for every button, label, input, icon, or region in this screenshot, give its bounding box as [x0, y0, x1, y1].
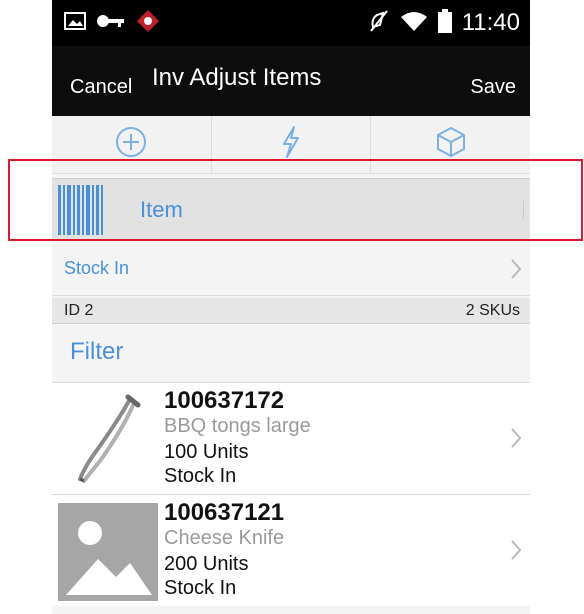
app-alert-icon	[136, 9, 160, 38]
lightning-icon	[279, 125, 303, 164]
quick-action-button[interactable]	[212, 116, 372, 173]
add-icon	[114, 125, 148, 164]
list-item[interactable]: 100637121 Cheese Knife 200 Units Stock I…	[52, 494, 530, 606]
clock: 11:40	[461, 9, 520, 36]
item-scan-field[interactable]: Item	[52, 178, 530, 240]
tongs-image	[58, 391, 158, 489]
save-button[interactable]: Save	[470, 76, 516, 99]
item-number: 100637121	[164, 499, 285, 526]
placeholder-image	[58, 503, 158, 601]
battery-icon	[437, 8, 452, 38]
phone-screen: 11:40 Cancel Inv Adjust Items Save Item …	[52, 0, 530, 614]
action-toolbar	[52, 116, 530, 174]
chevron-right-icon	[510, 539, 522, 566]
item-adjust-type: Stock In	[164, 577, 237, 599]
chevron-right-icon	[510, 258, 522, 285]
reason-label: Stock In	[64, 258, 130, 278]
key-icon	[96, 13, 126, 34]
mute-icon	[368, 9, 390, 38]
summary-bar: ID 2 2 SKUs	[52, 298, 530, 324]
sku-count: 2 SKUs	[465, 302, 520, 319]
item-adjust-type: Stock In	[164, 465, 237, 487]
add-button[interactable]	[52, 116, 212, 173]
item-number: 100637172	[164, 387, 285, 414]
item-description: Cheese Knife	[164, 527, 285, 549]
item-quantity: 200 Units	[164, 553, 249, 575]
item-quantity: 100 Units	[164, 441, 249, 463]
adjustment-id: ID 2	[64, 302, 94, 319]
image-icon	[64, 11, 86, 36]
barcode-icon	[58, 183, 108, 242]
wifi-icon	[400, 10, 428, 37]
reason-selector[interactable]: Stock In	[52, 244, 530, 296]
box-icon	[434, 125, 468, 164]
container-button[interactable]	[371, 116, 530, 173]
app-bar: Cancel Inv Adjust Items Save	[52, 46, 530, 116]
status-left-icons	[64, 9, 160, 36]
cancel-button[interactable]: Cancel	[70, 76, 132, 99]
item-description: BBQ tongs large	[164, 415, 311, 437]
status-right-icons: 11:40	[368, 8, 520, 38]
input-divider	[523, 201, 524, 219]
item-list: 100637172 BBQ tongs large 100 Units Stoc…	[52, 382, 530, 606]
filter-button[interactable]: Filter	[52, 326, 530, 380]
status-bar: 11:40	[52, 0, 530, 46]
list-item[interactable]: 100637172 BBQ tongs large 100 Units Stoc…	[52, 382, 530, 494]
filter-label: Filter	[70, 338, 124, 365]
chevron-right-icon	[510, 427, 522, 454]
item-scan-label: Item	[140, 197, 183, 222]
page-title: Inv Adjust Items	[152, 64, 322, 91]
